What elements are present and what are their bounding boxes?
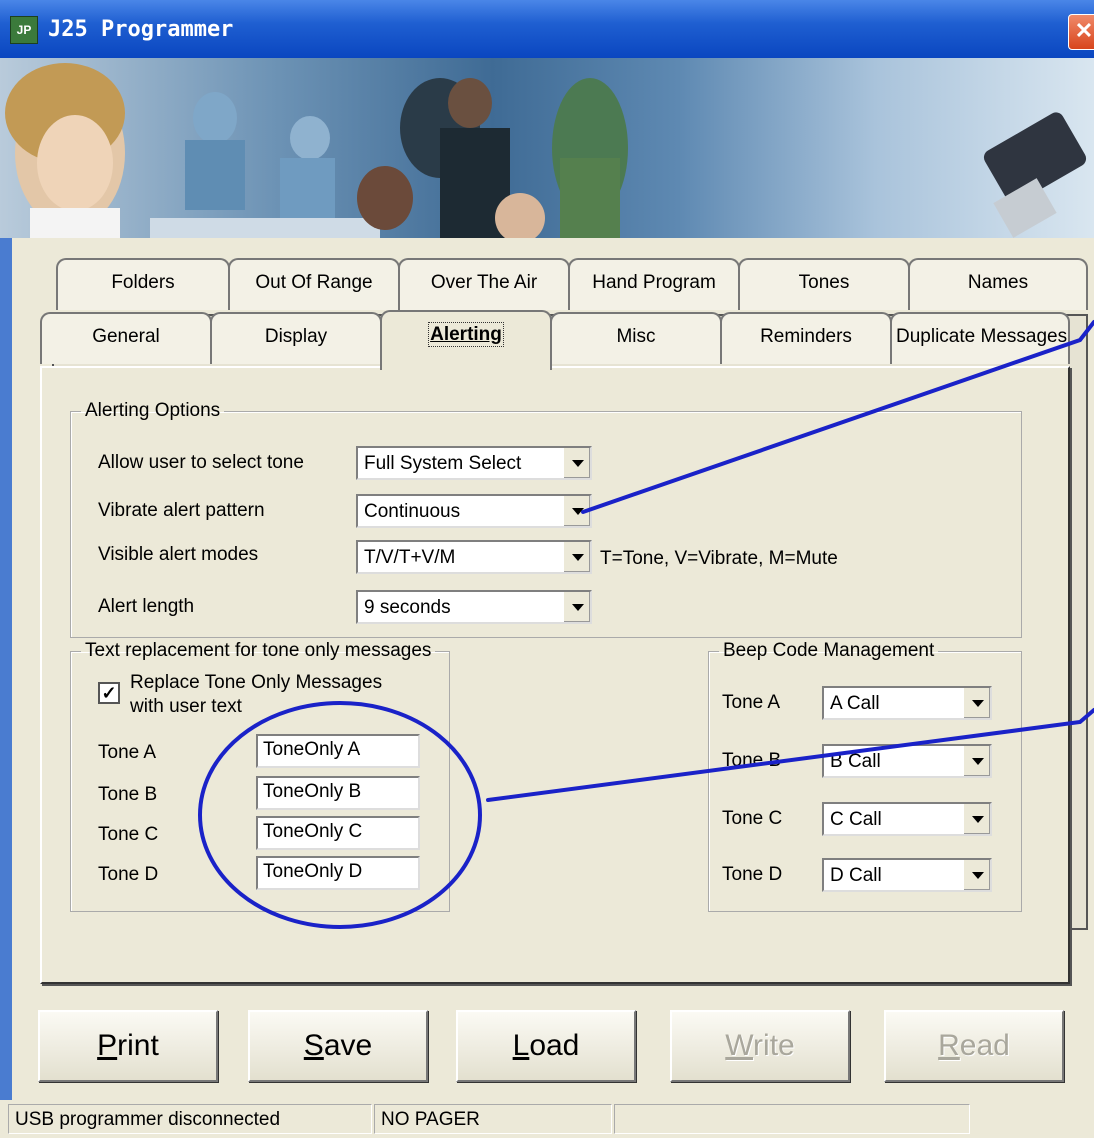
alert-length-label: Alert length bbox=[98, 596, 195, 617]
beep-tone-c-value: C Call bbox=[830, 809, 882, 830]
read-label: ead bbox=[959, 1029, 1010, 1062]
tab-alerting[interactable]: Alerting bbox=[380, 310, 552, 370]
tone-b-text-label: Tone B bbox=[98, 784, 158, 805]
beep-tone-d-dropdown[interactable]: D Call bbox=[822, 858, 992, 892]
beep-tone-a-label: Tone A bbox=[722, 692, 781, 713]
text-replacement-legend: Text replacement for tone only messages bbox=[85, 640, 432, 661]
tone-a-text-label: Tone A bbox=[98, 742, 157, 763]
replace-tone-only-checkbox[interactable]: ✓ bbox=[98, 682, 120, 704]
tab-duplicate-messages[interactable]: Duplicate Messages bbox=[890, 312, 1070, 364]
vibrate-alert-pattern-label: Vibrate alert pattern bbox=[98, 500, 265, 521]
visible-alert-modes-value: T/V/T+V/M bbox=[364, 547, 456, 568]
alert-length-value: 9 seconds bbox=[364, 597, 451, 618]
header-banner-image bbox=[0, 58, 1094, 238]
tone-b-text-input[interactable]: ToneOnly B bbox=[256, 776, 420, 810]
save-mnemonic: S bbox=[303, 1029, 324, 1062]
allow-user-select-tone-dropdown[interactable]: Full System Select bbox=[356, 446, 592, 480]
chevron-down-icon[interactable] bbox=[962, 860, 990, 890]
beep-code-legend: Beep Code Management bbox=[723, 640, 935, 661]
beep-tone-a-dropdown[interactable]: A Call bbox=[822, 686, 992, 720]
beep-tone-a-value: A Call bbox=[830, 693, 880, 714]
write-button[interactable]: Write bbox=[670, 1010, 850, 1082]
load-mnemonic: L bbox=[512, 1029, 530, 1062]
window-title: J25 Programmer bbox=[48, 17, 234, 42]
vibrate-alert-pattern-value: Continuous bbox=[364, 501, 461, 522]
alert-length-dropdown[interactable]: 9 seconds bbox=[356, 590, 592, 624]
write-mnemonic: W bbox=[725, 1029, 754, 1062]
window-left-edge bbox=[0, 238, 12, 1100]
tab-reminders[interactable]: Reminders bbox=[720, 312, 892, 364]
chevron-down-icon[interactable] bbox=[562, 592, 590, 622]
allow-user-select-tone-value: Full System Select bbox=[364, 453, 522, 474]
tab-names[interactable]: Names bbox=[908, 258, 1088, 310]
print-label: rint bbox=[117, 1029, 159, 1062]
status-connection: USB programmer disconnected bbox=[8, 1104, 372, 1134]
save-button[interactable]: Save bbox=[248, 1010, 428, 1082]
beep-tone-d-value: D Call bbox=[830, 865, 882, 886]
beep-tone-b-value: B Call bbox=[830, 751, 881, 772]
title-bar: JP J25 Programmer ✕ bbox=[0, 0, 1094, 58]
tab-over-the-air[interactable]: Over The Air bbox=[398, 258, 570, 310]
tab-alerting-label: Alerting bbox=[428, 322, 504, 347]
visible-alert-modes-dropdown[interactable]: T/V/T+V/M bbox=[356, 540, 592, 574]
print-button[interactable]: Print bbox=[38, 1010, 218, 1082]
chevron-down-icon[interactable] bbox=[562, 542, 590, 572]
replace-tone-only-label-line2: with user text bbox=[130, 696, 242, 717]
beep-tone-b-dropdown[interactable]: B Call bbox=[822, 744, 992, 778]
tone-d-text-label: Tone D bbox=[98, 864, 159, 885]
alerting-panel: Alerting Options Allow user to select to… bbox=[40, 366, 1070, 984]
load-button[interactable]: Load bbox=[456, 1010, 636, 1082]
read-button[interactable]: Read bbox=[884, 1010, 1064, 1082]
chevron-down-icon[interactable] bbox=[562, 448, 590, 478]
tone-d-text-input[interactable]: ToneOnly D bbox=[256, 856, 420, 890]
read-mnemonic: R bbox=[938, 1029, 960, 1062]
app-icon: JP bbox=[10, 16, 38, 44]
alerting-options-legend: Alerting Options bbox=[85, 400, 221, 421]
chevron-down-icon[interactable] bbox=[562, 496, 590, 526]
tone-a-text-input[interactable]: ToneOnly A bbox=[256, 734, 420, 768]
chevron-down-icon[interactable] bbox=[962, 804, 990, 834]
tab-out-of-range[interactable]: Out Of Range bbox=[228, 258, 400, 310]
chevron-down-icon[interactable] bbox=[962, 688, 990, 718]
tab-folders[interactable]: Folders bbox=[56, 258, 230, 310]
save-label: ave bbox=[323, 1029, 373, 1062]
status-pager: NO PAGER bbox=[374, 1104, 612, 1134]
tab-tones[interactable]: Tones bbox=[738, 258, 910, 310]
tab-misc[interactable]: Misc bbox=[550, 312, 722, 364]
beep-tone-c-label: Tone C bbox=[722, 808, 783, 829]
status-extra bbox=[614, 1104, 970, 1134]
close-button[interactable]: ✕ bbox=[1068, 14, 1094, 50]
tab-hand-program[interactable]: Hand Program bbox=[568, 258, 740, 310]
chevron-down-icon[interactable] bbox=[962, 746, 990, 776]
visible-alert-modes-label: Visible alert modes bbox=[98, 544, 259, 565]
tab-display[interactable]: Display bbox=[210, 312, 382, 364]
write-label: rite bbox=[753, 1029, 795, 1062]
beep-tone-d-label: Tone D bbox=[722, 864, 783, 885]
allow-user-select-tone-label: Allow user to select tone bbox=[98, 452, 304, 473]
status-bar: USB programmer disconnected NO PAGER bbox=[0, 1100, 1094, 1138]
alert-modes-hint: T=Tone, V=Vibrate, M=Mute bbox=[600, 548, 838, 569]
beep-tone-c-dropdown[interactable]: C Call bbox=[822, 802, 992, 836]
tone-c-text-label: Tone C bbox=[98, 824, 159, 845]
tone-c-text-input[interactable]: ToneOnly C bbox=[256, 816, 420, 850]
load-label: oad bbox=[529, 1029, 580, 1062]
print-mnemonic: P bbox=[97, 1029, 118, 1062]
vibrate-alert-pattern-dropdown[interactable]: Continuous bbox=[356, 494, 592, 528]
beep-tone-b-label: Tone B bbox=[722, 750, 782, 771]
tab-general[interactable]: General bbox=[40, 312, 212, 364]
replace-tone-only-label-line1: Replace Tone Only Messages bbox=[130, 672, 383, 693]
